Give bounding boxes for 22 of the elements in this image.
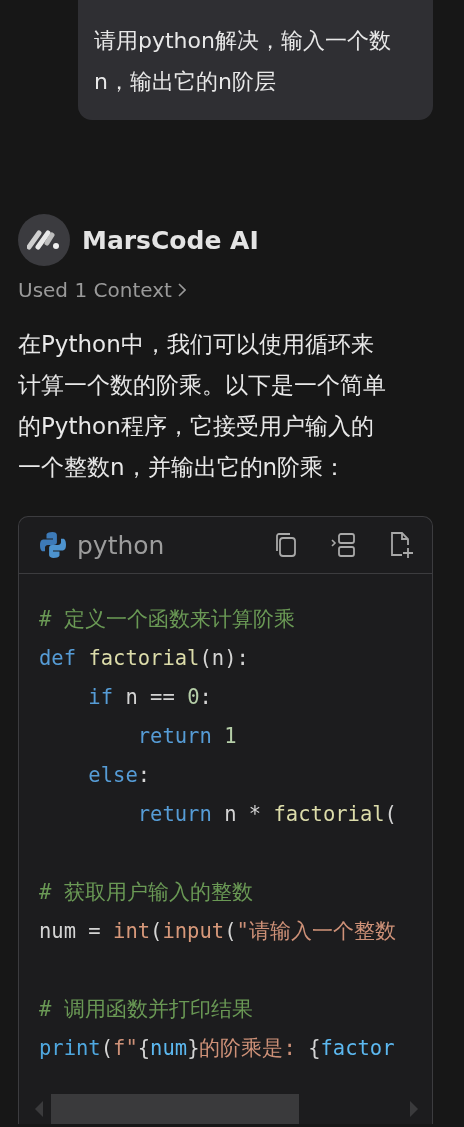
insert-icon[interactable] xyxy=(330,532,356,558)
code-line: else: xyxy=(87,762,152,789)
new-file-icon[interactable] xyxy=(388,531,414,559)
assistant-name: MarsCode AI xyxy=(82,225,259,255)
code-line: num = int(input("请输入一个整数 xyxy=(39,918,397,945)
answer-paragraph: 在Python中，我们可以使用循环来计算一个数的阶乘。以下是一个简单的Python程序，它接受用户输入的一个整数n，并输出它的n阶乘： xyxy=(18,330,387,482)
code-line: # 调用函数并打印结果 xyxy=(39,996,254,1023)
context-link[interactable]: Used 1 Context xyxy=(18,278,186,302)
code-line: return 1 xyxy=(136,723,238,750)
user-message: 请用python解决，输入一个数n，输出它的n阶层 xyxy=(78,0,433,120)
language-label: python xyxy=(77,530,166,560)
scrollbar-thumb[interactable] xyxy=(51,1094,299,1124)
python-icon xyxy=(39,531,67,559)
copy-icon[interactable] xyxy=(274,532,298,558)
code-line: print(f"{num}的阶乘是: {factor xyxy=(39,1035,396,1062)
code-line: # 获取用户输入的整数 xyxy=(39,879,254,906)
code-line: if n == 0: xyxy=(87,684,213,711)
code-line: def factorial(n): xyxy=(39,645,250,672)
code-line: # 定义一个函数来计算阶乘 xyxy=(39,606,296,633)
chevron-right-icon xyxy=(177,283,186,297)
code-line: return n * factorial( xyxy=(136,801,398,828)
logo-icon xyxy=(18,214,70,266)
